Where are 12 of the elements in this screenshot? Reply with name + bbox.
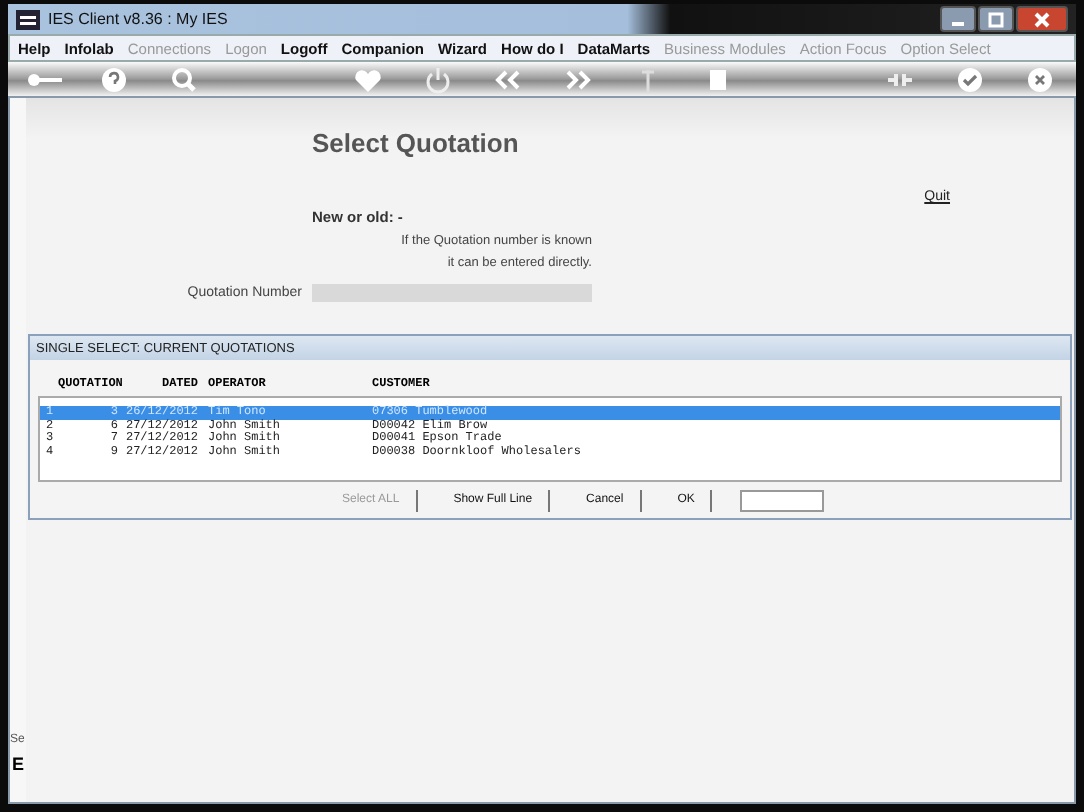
minimize-icon [952, 21, 964, 25]
page-title: Select Quotation [312, 128, 521, 158]
close-icon [1032, 9, 1052, 29]
window-title: IES Client v8.36 : My IES [48, 10, 228, 28]
input-field[interactable] [740, 489, 825, 511]
side-label: E [10, 754, 26, 774]
quotation-number-field[interactable] [312, 284, 592, 302]
minimize-button[interactable] [940, 6, 976, 32]
maximize-icon [986, 9, 1006, 29]
maximize-button[interactable] [978, 6, 1014, 32]
app-icon [16, 9, 40, 29]
close-button[interactable] [1016, 6, 1068, 32]
